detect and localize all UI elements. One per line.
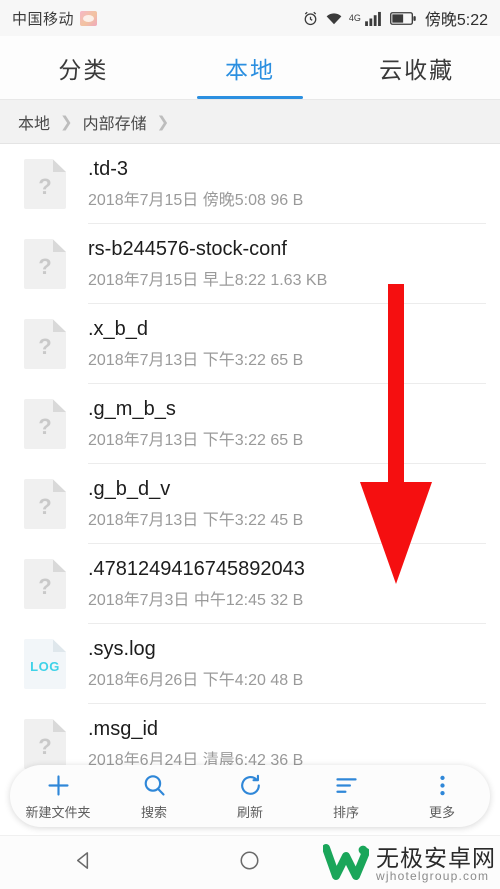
- w-logo-icon: [322, 842, 370, 887]
- file-name: .g_m_b_s: [88, 398, 176, 420]
- site-watermark-en: wjhotelgroup.com: [376, 869, 490, 884]
- chevron-right-icon: ❯: [60, 113, 73, 131]
- search-icon: [141, 772, 168, 799]
- refresh-icon: [237, 772, 264, 799]
- more-vertical-icon: [429, 772, 456, 799]
- file-list[interactable]: ? .td-3 2018年7月15日 傍晚5:08 96 B ? rs-b244…: [0, 144, 500, 835]
- file-info: .sys.log 2018年6月26日 下午4:20 48 B: [88, 638, 486, 690]
- refresh-label: 刷新: [236, 804, 263, 820]
- table-row[interactable]: ? rs-b244576-stock-conf 2018年7月15日 早上8:2…: [0, 224, 500, 304]
- unknown-file-icon: ?: [24, 239, 66, 289]
- unknown-file-icon: ?: [24, 399, 66, 449]
- tab-categories[interactable]: 分类: [0, 36, 167, 99]
- file-icon-glyph: ?: [38, 494, 52, 519]
- unknown-file-icon: ?: [24, 319, 66, 369]
- table-row[interactable]: ? .g_m_b_s 2018年7月13日 下午3:22 65 B: [0, 384, 500, 464]
- file-name: rs-b244576-stock-conf: [88, 238, 287, 260]
- file-info: .td-3 2018年7月15日 傍晚5:08 96 B: [88, 158, 486, 210]
- nav-back-button[interactable]: [23, 849, 143, 877]
- file-meta: 2018年7月15日 傍晚5:08 96 B: [88, 192, 304, 209]
- file-info: .x_b_d 2018年7月13日 下午3:22 65 B: [88, 318, 486, 370]
- signal-bars-icon: [364, 11, 384, 26]
- file-icon-glyph: ?: [38, 174, 52, 199]
- breadcrumb-item-internal-storage[interactable]: 内部存储: [83, 110, 147, 134]
- table-row[interactable]: ? .4781249416745892043 2018年7月3日 中午12:45…: [0, 544, 500, 624]
- file-name: .x_b_d: [88, 318, 149, 340]
- status-bar-right: 4G 傍晚5:22: [302, 6, 488, 30]
- unknown-file-icon: ?: [24, 719, 66, 769]
- breadcrumb-item-local[interactable]: 本地: [18, 110, 50, 134]
- site-watermark-text: 无极安卓网 wjhotelgroup.com: [376, 846, 496, 883]
- file-meta: 2018年7月13日 下午3:22 65 B: [88, 352, 304, 369]
- phone-screen: 中国移动 4G 傍晚5:22 分类 本地 云收藏 本地 ❯ 内部存储 ❯ ? .…: [0, 0, 500, 889]
- battery-icon: [389, 11, 417, 26]
- tab-cloud-favorites[interactable]: 云收藏: [333, 36, 500, 99]
- more-button[interactable]: 更多: [394, 772, 490, 821]
- sort-label: 排序: [332, 804, 359, 820]
- network-type-label: 4G: [348, 13, 361, 23]
- new-folder-label: 新建文件夹: [25, 804, 91, 820]
- nav-back-triangle-icon: [72, 849, 95, 877]
- sim-carrier-logo-icon: [80, 10, 98, 26]
- status-bar-left: 中国移动: [12, 8, 98, 29]
- status-bar-clock: 傍晚5:22: [424, 12, 488, 29]
- tab-local[interactable]: 本地: [167, 36, 334, 99]
- table-row[interactable]: ? .td-3 2018年7月15日 傍晚5:08 96 B: [0, 144, 500, 224]
- wifi-icon: [325, 11, 343, 26]
- file-info: rs-b244576-stock-conf 2018年7月15日 早上8:22 …: [88, 238, 486, 290]
- breadcrumb: 本地 ❯ 内部存储 ❯: [0, 100, 500, 144]
- file-meta: 2018年7月15日 早上8:22 1.63 KB: [88, 272, 328, 289]
- table-row[interactable]: LOG .sys.log 2018年6月26日 下午4:20 48 B: [0, 624, 500, 704]
- file-meta: 2018年6月26日 下午4:20 48 B: [88, 672, 304, 689]
- file-meta: 2018年7月13日 下午3:22 45 B: [88, 512, 304, 529]
- nav-home-circle-icon: [238, 849, 261, 877]
- file-icon-glyph: LOG: [30, 658, 60, 674]
- file-icon-glyph: ?: [38, 334, 52, 359]
- carrier-label: 中国移动: [12, 10, 75, 28]
- sort-icon: [333, 772, 360, 799]
- unknown-file-icon: ?: [24, 479, 66, 529]
- file-name: .4781249416745892043: [88, 558, 305, 580]
- bottom-toolbar: 新建文件夹 搜索 刷新 排序 更多: [10, 765, 490, 827]
- log-file-icon: LOG: [24, 639, 66, 689]
- more-label: 更多: [428, 804, 455, 820]
- file-info: .msg_id 2018年6月24日 清晨6:42 36 B: [88, 718, 486, 770]
- file-name: .td-3: [88, 158, 129, 180]
- file-meta: 2018年7月3日 中午12:45 32 B: [88, 592, 304, 609]
- new-folder-button[interactable]: 新建文件夹: [10, 772, 106, 821]
- unknown-file-icon: ?: [24, 159, 66, 209]
- file-info: .4781249416745892043 2018年7月3日 中午12:45 3…: [88, 558, 486, 610]
- file-name: .g_b_d_v: [88, 478, 171, 500]
- file-icon-glyph: ?: [38, 414, 52, 439]
- status-bar: 中国移动 4G 傍晚5:22: [0, 0, 500, 36]
- site-watermark: 无极安卓网 wjhotelgroup.com: [322, 842, 496, 887]
- site-watermark-cn: 无极安卓网: [376, 845, 496, 872]
- tab-bar: 分类 本地 云收藏: [0, 36, 500, 100]
- file-meta: 2018年7月13日 下午3:22 65 B: [88, 432, 304, 449]
- plus-icon: [45, 772, 72, 799]
- unknown-file-icon: ?: [24, 559, 66, 609]
- nav-home-button[interactable]: [190, 849, 310, 877]
- file-name: .sys.log: [88, 638, 156, 660]
- file-icon-glyph: ?: [38, 734, 52, 759]
- sort-button[interactable]: 排序: [298, 772, 394, 821]
- file-name: .msg_id: [88, 718, 159, 740]
- refresh-button[interactable]: 刷新: [202, 772, 298, 821]
- file-info: .g_b_d_v 2018年7月13日 下午3:22 45 B: [88, 478, 486, 530]
- chevron-right-icon: ❯: [156, 113, 170, 131]
- search-button[interactable]: 搜索: [106, 772, 202, 821]
- search-label: 搜索: [140, 804, 167, 820]
- table-row[interactable]: ? .x_b_d 2018年7月13日 下午3:22 65 B: [0, 304, 500, 384]
- table-row[interactable]: ? .g_b_d_v 2018年7月13日 下午3:22 45 B: [0, 464, 500, 544]
- file-icon-glyph: ?: [38, 254, 52, 279]
- file-info: .g_m_b_s 2018年7月13日 下午3:22 65 B: [88, 398, 486, 450]
- alarm-clock-icon: [302, 10, 319, 27]
- file-icon-glyph: ?: [38, 574, 52, 599]
